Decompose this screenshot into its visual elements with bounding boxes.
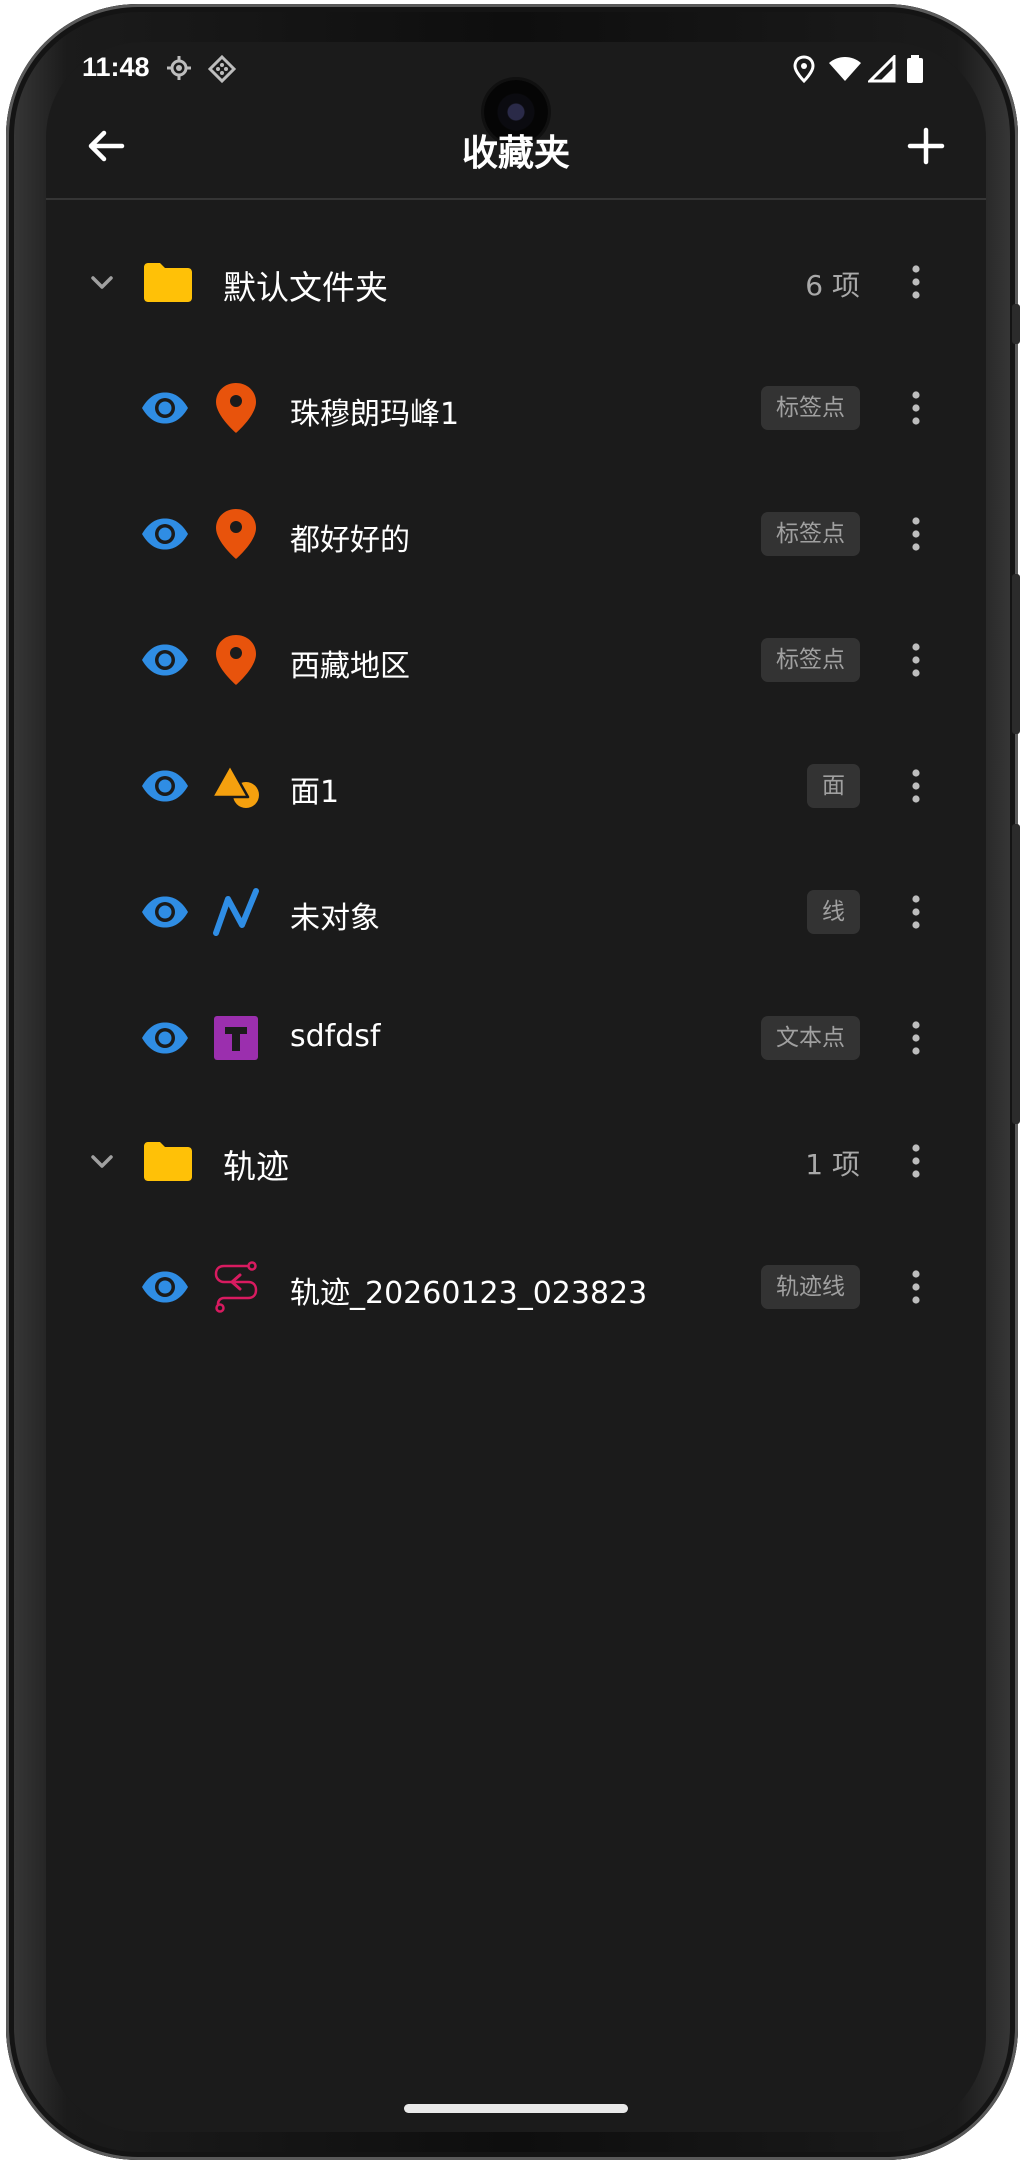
item-name: 西藏地区 xyxy=(290,649,410,684)
wifi-icon xyxy=(829,57,861,81)
add-icon[interactable] xyxy=(902,122,950,170)
text-point-icon xyxy=(214,1016,258,1060)
eye-visible-icon[interactable] xyxy=(140,895,190,929)
polygon-shape-icon xyxy=(210,763,259,808)
battery-icon xyxy=(907,55,923,83)
item-name: 未对象 xyxy=(290,901,380,936)
location-service-icon xyxy=(167,56,191,80)
location-pin-icon xyxy=(216,635,256,685)
home-indicator[interactable] xyxy=(404,2104,628,2113)
more-vert-icon[interactable] xyxy=(906,1141,926,1181)
list-item[interactable]: 轨迹_20260123_023823 轨迹线 xyxy=(46,1224,986,1350)
more-vert-icon[interactable] xyxy=(906,514,926,554)
gps-icon xyxy=(793,55,815,83)
folder-item-count: 1 项 xyxy=(805,1148,860,1181)
list-item[interactable]: 未对象 线 xyxy=(46,849,986,975)
polyline-icon xyxy=(213,888,259,936)
phone-frame: 11:48 收藏夹 默认文件夹 6 项 珠穆朗玛峰1 标签点 都好好的 标签点 … xyxy=(6,4,1020,2160)
item-name: 都好好的 xyxy=(290,523,410,558)
folder-item-count: 6 项 xyxy=(805,269,860,302)
location-pin-icon xyxy=(216,383,256,433)
folder-icon xyxy=(144,263,192,302)
type-badge: 标签点 xyxy=(761,386,860,430)
eye-visible-icon[interactable] xyxy=(140,1021,190,1055)
type-badge: 线 xyxy=(807,890,860,934)
item-name: 面1 xyxy=(290,775,340,810)
type-badge: 轨迹线 xyxy=(761,1265,860,1309)
page-title: 收藏夹 xyxy=(461,133,570,174)
list-item[interactable]: 珠穆朗玛峰1 标签点 xyxy=(46,345,986,471)
track-route-icon xyxy=(214,1261,258,1313)
more-vert-icon[interactable] xyxy=(906,1267,926,1307)
more-vert-icon[interactable] xyxy=(906,1018,926,1058)
chevron-down-icon[interactable] xyxy=(86,266,118,298)
more-vert-icon[interactable] xyxy=(906,262,926,302)
eye-visible-icon[interactable] xyxy=(140,769,190,803)
folder-row-tracks[interactable]: 轨迹 1 项 xyxy=(46,1098,986,1224)
app-bar: 收藏夹 xyxy=(46,94,986,200)
more-vert-icon[interactable] xyxy=(906,892,926,932)
type-badge: 文本点 xyxy=(761,1016,860,1060)
eye-visible-icon[interactable] xyxy=(140,643,190,677)
item-name: 轨迹_20260123_023823 xyxy=(290,1276,648,1311)
eye-visible-icon[interactable] xyxy=(140,517,190,551)
folder-icon xyxy=(144,1142,192,1181)
list-item[interactable]: 面1 面 xyxy=(46,723,986,849)
type-badge: 标签点 xyxy=(761,638,860,682)
signal-icon xyxy=(868,55,896,83)
type-badge: 面 xyxy=(807,764,860,808)
more-vert-icon[interactable] xyxy=(906,766,926,806)
power-button xyxy=(1012,574,1020,734)
list-item[interactable]: 都好好的 标签点 xyxy=(46,471,986,597)
item-name: sdfdsf xyxy=(290,1019,381,1054)
eye-visible-icon[interactable] xyxy=(140,1270,190,1304)
app-notification-icon xyxy=(208,55,236,83)
status-time: 11:48 xyxy=(82,52,150,82)
folder-name: 轨迹 xyxy=(223,1147,289,1186)
list-item[interactable]: 西藏地区 标签点 xyxy=(46,597,986,723)
eye-visible-icon[interactable] xyxy=(140,391,190,425)
chevron-down-icon[interactable] xyxy=(86,1145,118,1177)
side-button xyxy=(1012,304,1020,344)
folder-row-default[interactable]: 默认文件夹 6 项 xyxy=(46,219,986,345)
item-name: 珠穆朗玛峰1 xyxy=(290,397,460,432)
folder-name: 默认文件夹 xyxy=(223,268,388,307)
list-item[interactable]: sdfdsf 文本点 xyxy=(46,975,986,1101)
more-vert-icon[interactable] xyxy=(906,640,926,680)
screen: 11:48 收藏夹 默认文件夹 6 项 珠穆朗玛峰1 标签点 都好好的 标签点 … xyxy=(46,42,986,2132)
type-badge: 标签点 xyxy=(761,512,860,556)
location-pin-icon xyxy=(216,509,256,559)
volume-button xyxy=(1012,824,1020,1124)
more-vert-icon[interactable] xyxy=(906,388,926,428)
